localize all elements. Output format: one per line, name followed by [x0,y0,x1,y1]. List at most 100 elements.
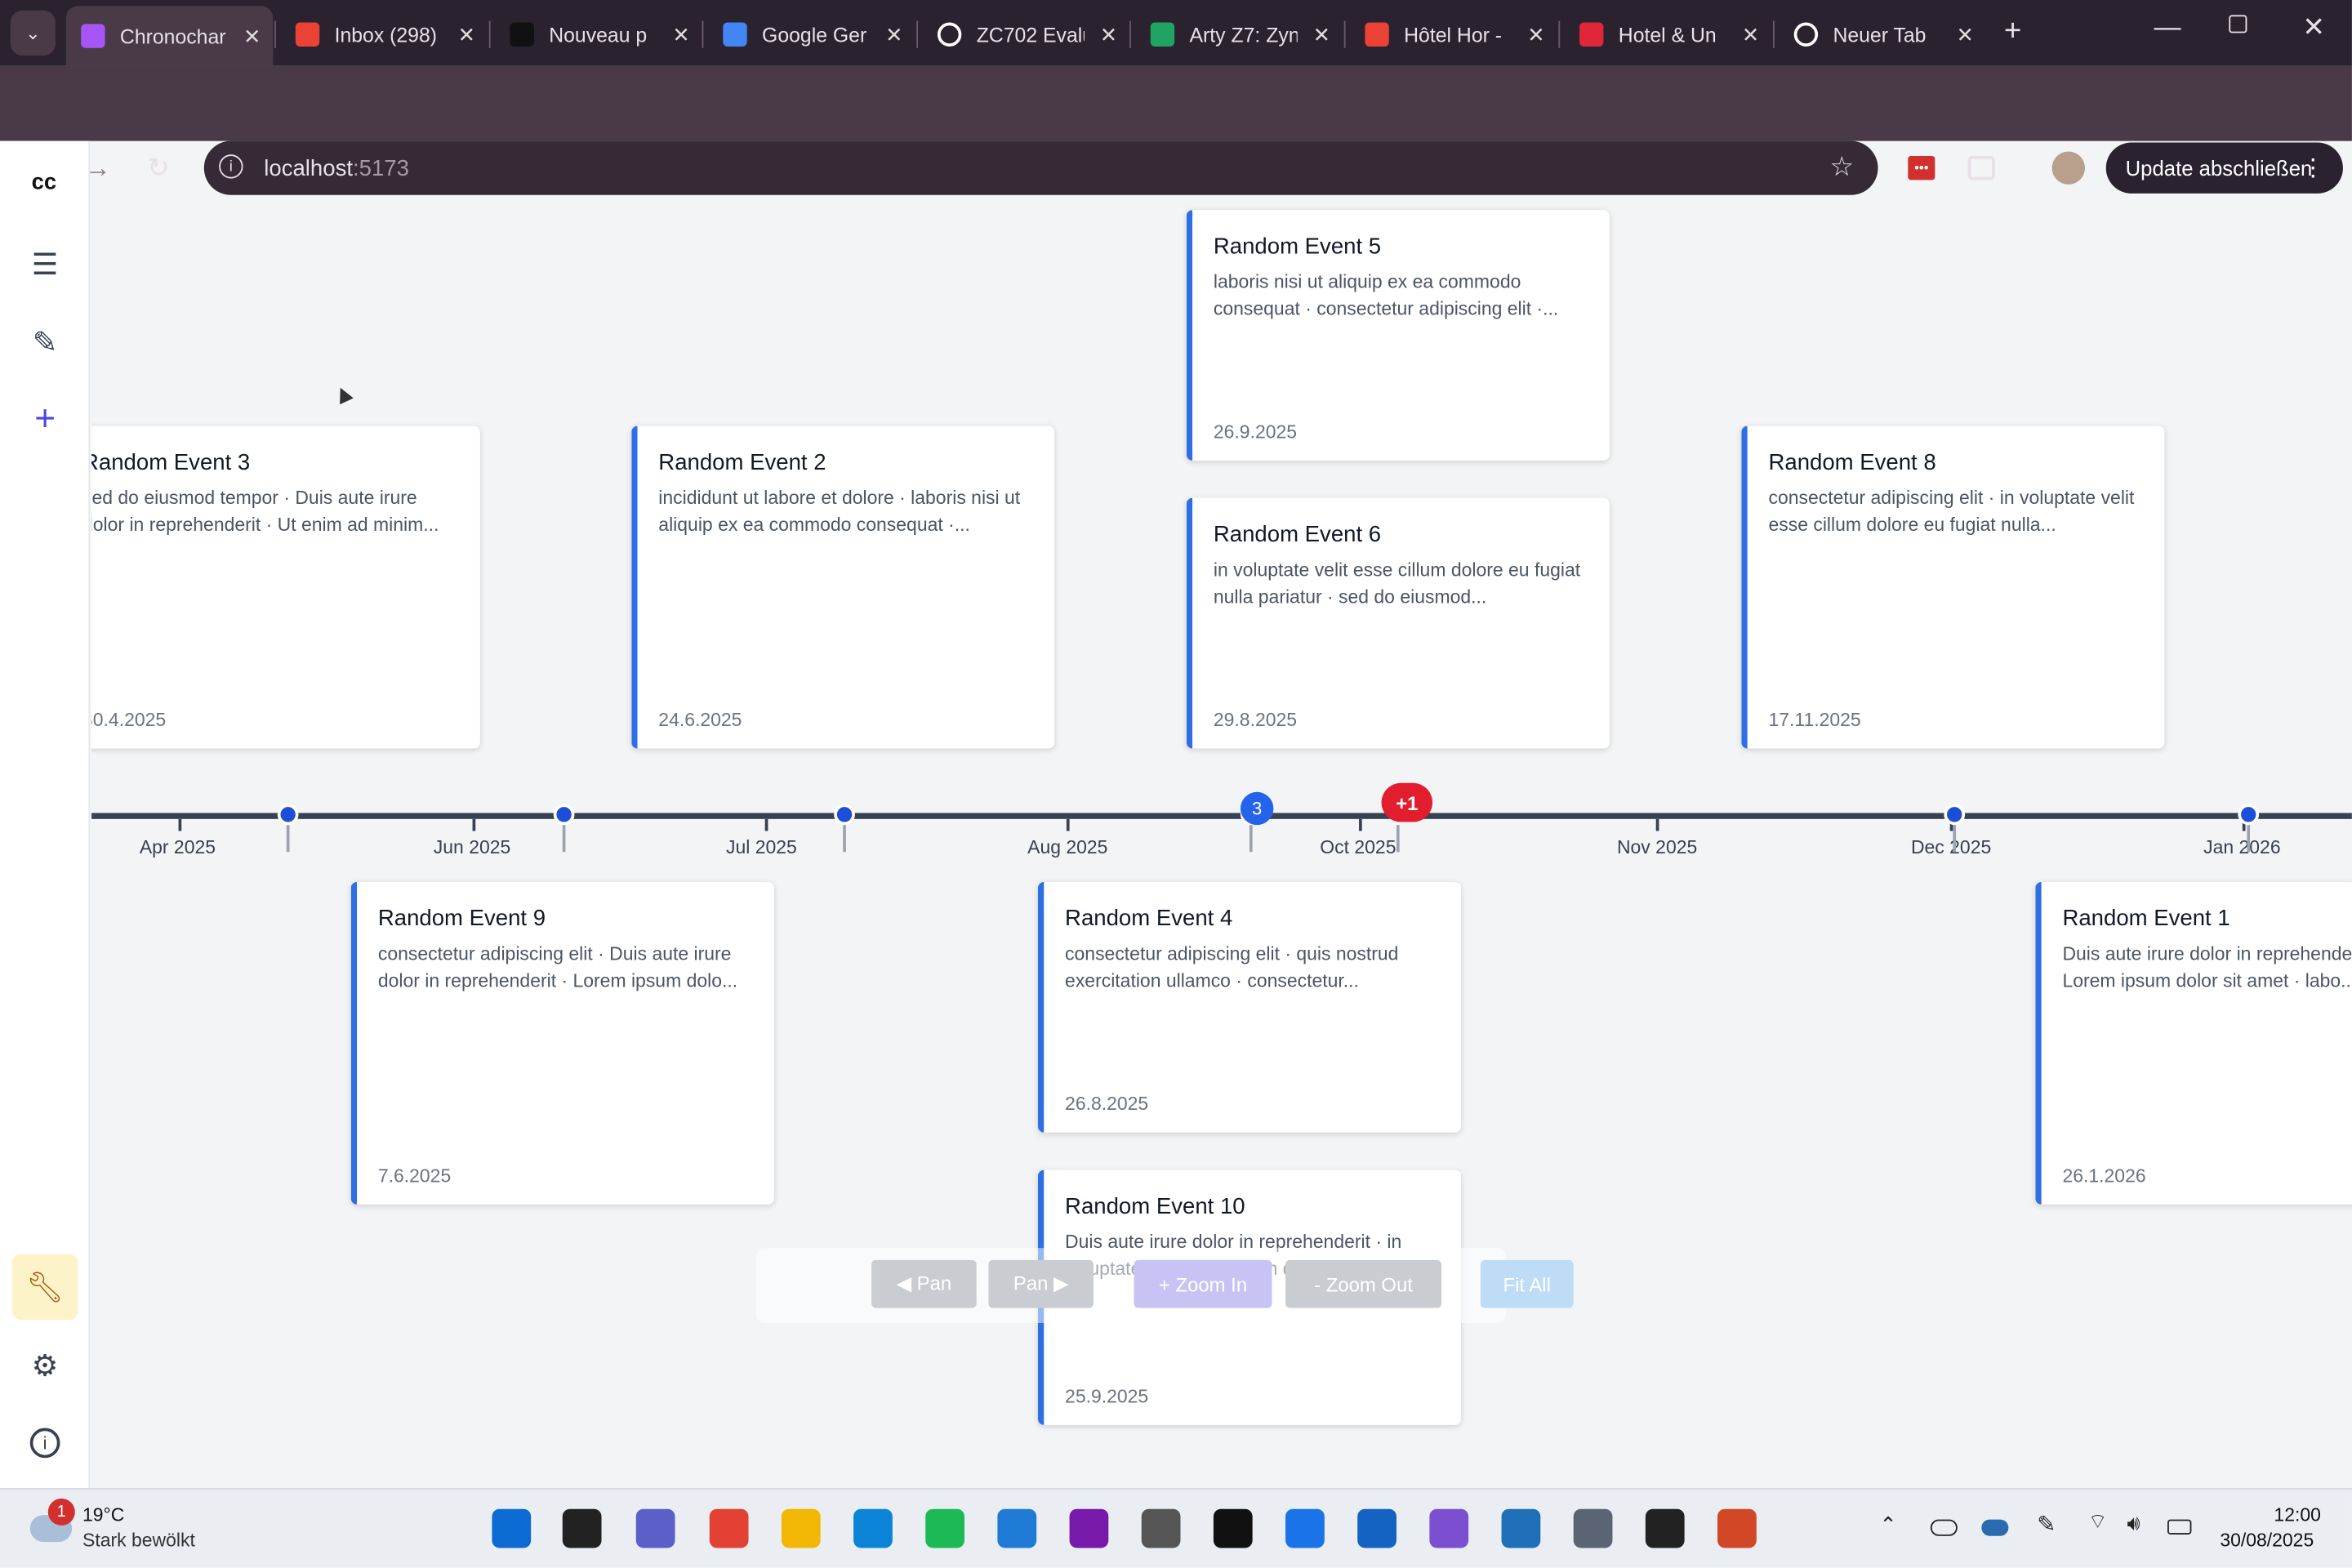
tab-title: Arty Z7: Zyn [1189,23,1298,47]
event-date: 26.8.2025 [1065,1093,1149,1115]
browser-tab[interactable]: ZC702 Evalu ✕ [923,12,1129,57]
list-icon[interactable]: ☰ [27,246,63,282]
zoom-out-button[interactable]: - Zoom Out [1285,1259,1442,1308]
tab-search-button[interactable]: ⌄ [10,10,56,56]
wifi-icon[interactable]: ⌔ [2088,1509,2108,1536]
cluster-marker[interactable]: 3 [1240,791,1274,826]
pen-icon[interactable]: ✎ [2037,1511,2056,1537]
tab-close-icon[interactable]: ✕ [1742,22,1760,47]
marker-stem [1953,825,1957,853]
onenote-icon[interactable] [1069,1508,1109,1548]
event-card[interactable]: Random Event 5 laboris nisi ut aliquip ex… [1186,210,1610,461]
browser-tab[interactable]: Neuer Tab ✕ [1779,12,1985,57]
event-marker[interactable] [834,804,855,826]
tab-close-icon[interactable]: ✕ [1313,22,1331,47]
edge-icon[interactable] [853,1508,893,1548]
vite-icon [81,24,105,48]
tab-close-icon[interactable]: ✕ [1100,22,1118,47]
pan-right-button[interactable]: Pan ▶ [988,1259,1094,1308]
event-card[interactable]: Random Event 2 incididunt ut labore et do… [631,425,1055,749]
close-window-button[interactable]: ✕ [2302,12,2325,44]
event-date: 26.1.2026 [2062,1165,2146,1187]
gear-icon[interactable]: ⚙ [27,1347,63,1383]
powerpoint-icon[interactable] [1717,1508,1757,1548]
settings-icon[interactable] [1573,1508,1613,1548]
event-card[interactable]: Random Event 6 in voluptate velit esse ci… [1186,497,1610,749]
event-description: consectetur adipiscing elit · in volupta… [1768,487,2135,535]
info-icon[interactable]: i [27,1425,63,1461]
event-title: Random Event 3 [91,450,251,476]
onedrive-icon[interactable] [1930,1519,1958,1536]
start-icon[interactable] [492,1508,532,1548]
marker-stem [1396,825,1400,853]
terminal-icon[interactable] [1645,1508,1685,1548]
tray-chevron-icon[interactable]: ⌃ [1879,1512,1897,1537]
plus-icon[interactable]: + [27,399,63,440]
browser-tab[interactable]: Chronochar ✕ [65,6,274,66]
spotify-icon[interactable] [925,1508,964,1548]
event-marker[interactable] [2238,804,2260,826]
browser-tab[interactable]: Hôtel Hor - ✕ [1350,12,1557,57]
pencil-icon[interactable]: ✎ [27,324,63,360]
tradingview-icon[interactable] [1213,1508,1253,1548]
minimize-button[interactable]: — [2154,12,2181,44]
app-sidebar: cc ☰ ✎ + 🔧︎ ⚙ i [0,140,91,1489]
teams-icon[interactable] [635,1508,675,1548]
axis-label: Jun 2025 [433,836,511,858]
browser-tab[interactable]: Arty Z7: Zyn ✕ [1135,12,1342,57]
vscode-icon[interactable] [997,1508,1037,1548]
keys-icon[interactable] [1141,1508,1181,1548]
photos-icon[interactable] [1501,1508,1541,1548]
event-date: 25.9.2025 [1065,1386,1149,1407]
browser-tab[interactable]: Nouveau p ✕ [495,12,702,57]
browser-tab[interactable]: Hotel & Un ✕ [1565,12,1771,57]
event-card[interactable]: Random Event 3 sed do eiusmod tempor · Du… [91,425,480,749]
event-date: 17.11.2025 [1768,709,1861,731]
tab-title: Hotel & Un [1618,23,1717,47]
event-description: laboris nisi ut aliquip ex ea commodo co… [1213,271,1559,319]
tab-close-icon[interactable]: ✕ [1527,22,1545,47]
volume-icon[interactable]: 🔊︎ [2127,1511,2140,1536]
event-card[interactable]: Random Event 8 consectetur adipiscing eli… [1741,425,2165,749]
task-view-icon[interactable] [562,1508,602,1548]
google-icon [937,22,962,47]
event-marker[interactable] [1944,804,1966,826]
tab-close-icon[interactable]: ✕ [243,23,261,48]
weather-temp: 19°C [82,1504,125,1526]
event-card[interactable]: Random Event 9 consectetur adipiscing eli… [350,881,774,1205]
axis-tick [1359,818,1362,831]
tab-close-icon[interactable]: ✕ [458,22,476,47]
tab-close-icon[interactable]: ✕ [885,22,903,47]
restore-button[interactable] [2229,15,2247,33]
visual-studio-icon[interactable] [1429,1508,1469,1548]
copilot-icon[interactable] [1285,1508,1325,1548]
zoom-in-button[interactable]: + Zoom In [1134,1259,1272,1308]
tools-button[interactable]: 🔧︎ [11,1254,78,1321]
onedrive-blue-icon[interactable] [1981,1519,2009,1536]
app-logo: cc [31,169,57,195]
browser-tab[interactable]: Google Ger ✕ [708,12,915,57]
battery-icon[interactable] [2167,1519,2192,1535]
file-explorer-icon[interactable] [781,1508,821,1548]
event-marker[interactable] [277,804,299,826]
clock-time[interactable]: 12:00 [2274,1504,2320,1526]
tab-title: Neuer Tab [1833,23,1927,47]
chrome-icon[interactable] [709,1508,749,1548]
fit-all-button[interactable]: Fit All [1480,1259,1574,1308]
browser-tab[interactable]: Inbox (298) ✕ [280,12,487,57]
tab-close-icon[interactable]: ✕ [1957,22,1975,47]
overflow-badge[interactable]: +1 [1381,782,1433,822]
axis-label: Aug 2025 [1027,836,1108,858]
whiteboard-icon[interactable] [1357,1508,1396,1548]
tab-close-icon[interactable]: ✕ [672,22,690,47]
event-marker[interactable] [553,804,575,826]
tab-separator [702,20,704,48]
event-description: in voluptate velit esse cillum dolore eu… [1213,559,1581,607]
event-description: consectetur adipiscing elit · quis nostr… [1065,943,1399,991]
event-card[interactable]: Random Event 1 Duis aute irure dolor in r… [2035,881,2352,1205]
event-card[interactable]: Random Event 4 consectetur adipiscing eli… [1037,881,1461,1133]
event-date: 24.6.2025 [658,709,742,731]
pan-left-button[interactable]: ◀ Pan [871,1259,977,1308]
new-tab-button[interactable]: + [2004,15,2021,49]
clock-date[interactable]: 30/08/2025 [2220,1530,2314,1551]
